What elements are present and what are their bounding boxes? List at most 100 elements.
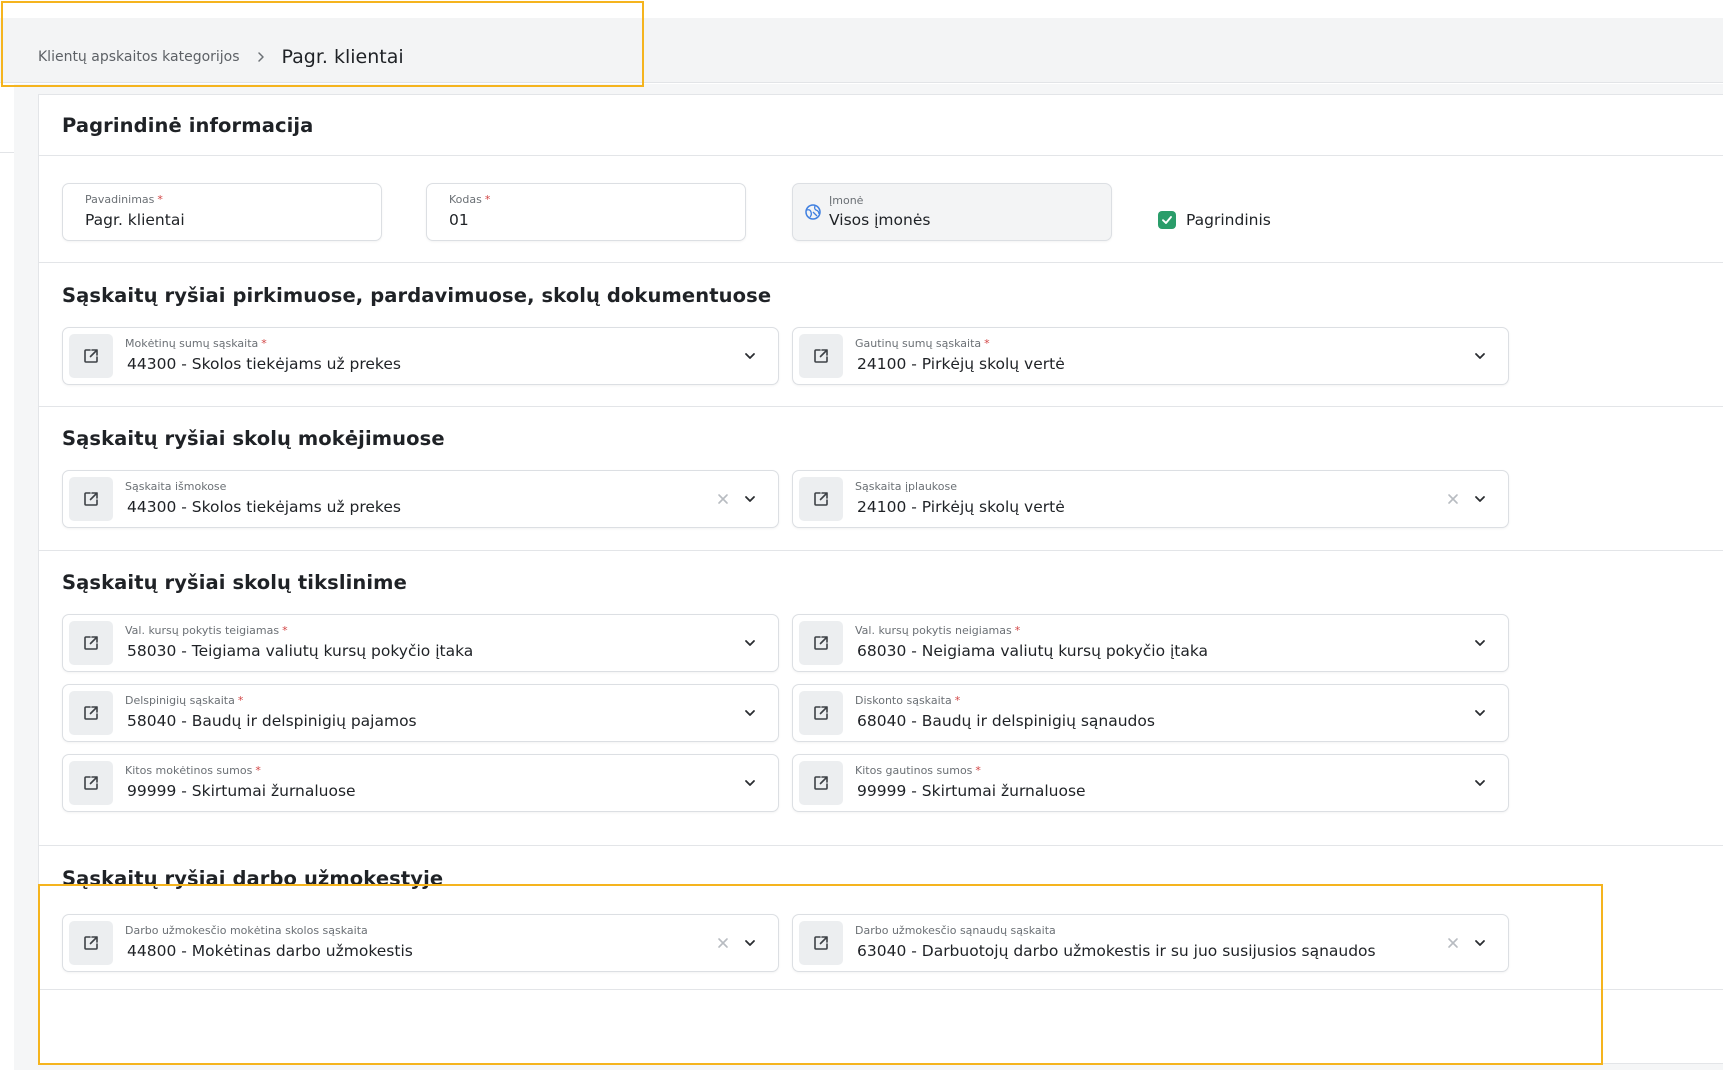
other-payable-select[interactable]: Kitos mokėtinos sumos * 99999 - Skirtumai… xyxy=(62,754,779,812)
external-link-icon[interactable] xyxy=(69,921,113,965)
external-link-icon[interactable] xyxy=(799,621,843,665)
chevron-down-icon[interactable] xyxy=(740,489,760,509)
payout-account-select[interactable]: Sąskaita išmokose 44300 - Skolos tiekėja… xyxy=(62,470,779,528)
payable-account-select[interactable]: Mokėtinų sumų sąskaita * 44300 - Skolos t… xyxy=(62,327,779,385)
purchases-section: Sąskaitų ryšiai pirkimuose, pardavimuose… xyxy=(39,263,1723,407)
fx-positive-value: 58030 - Teigiama valiutų kursų pokyčio į… xyxy=(127,642,474,660)
receivable-account-select[interactable]: Gautinų sumų sąskaita * 24100 - Pirkėjų s… xyxy=(792,327,1509,385)
globe-icon xyxy=(804,203,822,225)
adjustment-section: Sąskaitų ryšiai skolų tikslinime Val. ku… xyxy=(39,551,1723,846)
chevron-right-icon xyxy=(250,46,272,68)
discount-account-label: Diskonto sąskaita xyxy=(855,694,952,707)
external-link-icon[interactable] xyxy=(69,477,113,521)
main-checkbox[interactable] xyxy=(1158,211,1176,229)
fx-positive-select[interactable]: Val. kursų pokytis teigiamas * 58030 - Te… xyxy=(62,614,779,672)
required-marker: * xyxy=(237,694,244,707)
discount-account-select[interactable]: Diskonto sąskaita * 68040 - Baudų ir dels… xyxy=(792,684,1509,742)
external-link-icon[interactable] xyxy=(69,691,113,735)
chevron-down-icon[interactable] xyxy=(740,933,760,953)
name-field-label: Pavadinimas xyxy=(85,193,155,206)
main-checkbox-group[interactable]: Pagrindinis xyxy=(1158,211,1271,229)
company-field[interactable]: Įmonė Visos įmonės xyxy=(792,183,1112,241)
other-receivable-value: 99999 - Skirtumai žurnaluose xyxy=(857,782,1086,800)
external-link-icon[interactable] xyxy=(799,691,843,735)
chevron-down-icon[interactable] xyxy=(1470,633,1490,653)
chevron-down-icon[interactable] xyxy=(740,773,760,793)
close-icon[interactable] xyxy=(713,489,733,509)
payout-account-label: Sąskaita išmokose xyxy=(125,480,227,493)
receivable-account-label: Gautinų sumų sąskaita xyxy=(855,337,982,350)
payroll-expense-value: 63040 - Darbuotojų darbo užmokestis ir s… xyxy=(857,942,1376,960)
payroll-payable-value: 44800 - Mokėtinas darbo užmokestis xyxy=(127,942,413,960)
discount-account-value: 68040 - Baudų ir delspinigių sąnaudos xyxy=(857,712,1155,730)
other-receivable-label: Kitos gautinos sumos xyxy=(855,764,973,777)
page-title: Pagr. klientai xyxy=(281,46,404,68)
payable-account-value: 44300 - Skolos tiekėjams už prekes xyxy=(127,355,401,373)
external-link-icon[interactable] xyxy=(69,621,113,665)
payable-account-label: Mokėtinų sumų sąskaita xyxy=(125,337,259,350)
code-field[interactable]: Kodas * 01 xyxy=(426,183,746,241)
payroll-expense-select[interactable]: Darbo užmokesčio sąnaudų sąskaita 63040 … xyxy=(792,914,1509,972)
external-link-icon[interactable] xyxy=(799,921,843,965)
external-link-icon[interactable] xyxy=(799,334,843,378)
required-marker: * xyxy=(954,694,961,707)
receipt-account-value: 24100 - Pirkėjų skolų vertė xyxy=(857,498,1065,516)
external-link-icon[interactable] xyxy=(69,761,113,805)
receivable-account-value: 24100 - Pirkėjų skolų vertė xyxy=(857,355,1065,373)
form-card: Pagrindinė informacija Pavadinimas * Pagr… xyxy=(38,94,1723,1064)
required-marker: * xyxy=(157,193,163,206)
section-title-payments: Sąskaitų ryšiai skolų mokėjimuose xyxy=(62,427,445,450)
payroll-expense-label: Darbo užmokesčio sąnaudų sąskaita xyxy=(855,924,1056,937)
external-link-icon[interactable] xyxy=(799,477,843,521)
chevron-down-icon[interactable] xyxy=(1470,773,1490,793)
close-icon[interactable] xyxy=(1443,933,1463,953)
payroll-payable-select[interactable]: Darbo užmokesčio mokėtina skolos sąskait… xyxy=(62,914,779,972)
breadcrumb-parent-link[interactable]: Klientų apskaitos kategorijos xyxy=(38,49,240,65)
chevron-down-icon[interactable] xyxy=(1470,933,1490,953)
close-icon[interactable] xyxy=(1443,489,1463,509)
required-marker: * xyxy=(984,337,990,350)
required-marker: * xyxy=(484,193,491,206)
name-field-value: Pagr. klientai xyxy=(85,211,185,229)
breadcrumb: Klientų apskaitos kategorijos Pagr. klie… xyxy=(38,46,404,68)
penalty-account-value: 58040 - Baudų ir delspinigių pajamos xyxy=(127,712,417,730)
other-payable-value: 99999 - Skirtumai žurnaluose xyxy=(127,782,356,800)
name-field[interactable]: Pavadinimas * Pagr. klientai xyxy=(62,183,382,241)
chevron-down-icon[interactable] xyxy=(1470,703,1490,723)
penalty-account-label: Delspinigių sąskaita xyxy=(125,694,235,707)
chevron-down-icon[interactable] xyxy=(1470,346,1490,366)
payroll-section: Sąskaitų ryšiai darbo užmokestyje Darbo … xyxy=(39,846,1723,990)
payments-section: Sąskaitų ryšiai skolų mokėjimuose Sąskai… xyxy=(39,407,1723,551)
chevron-down-icon[interactable] xyxy=(740,703,760,723)
required-marker: * xyxy=(255,764,261,777)
penalty-account-select[interactable]: Delspinigių sąskaita * 58040 - Baudų ir d… xyxy=(62,684,779,742)
required-marker: * xyxy=(975,764,981,777)
fx-negative-label: Val. kursų pokytis neigiamas xyxy=(855,624,1012,637)
receipt-account-select[interactable]: Sąskaita įplaukose 24100 - Pirkėjų skolų… xyxy=(792,470,1509,528)
fx-positive-label: Val. kursų pokytis teigiamas xyxy=(125,624,280,637)
chevron-down-icon[interactable] xyxy=(740,346,760,366)
company-field-value: Visos įmonės xyxy=(829,211,931,229)
fx-negative-value: 68030 - Neigiama valiutų kursų pokyčio į… xyxy=(857,642,1209,660)
other-receivable-select[interactable]: Kitos gautinos sumos * 99999 - Skirtumai … xyxy=(792,754,1509,812)
basic-info-section: Pavadinimas * Pagr. klientai Kodas * 01 Įm… xyxy=(39,156,1723,263)
code-field-value: 01 xyxy=(449,211,469,229)
section-title-purchases: Sąskaitų ryšiai pirkimuose, pardavimuose… xyxy=(62,284,772,307)
external-link-icon[interactable] xyxy=(69,334,113,378)
main-checkbox-label: Pagrindinis xyxy=(1186,211,1271,229)
payout-account-value: 44300 - Skolos tiekėjams už prekes xyxy=(127,498,401,516)
required-marker: * xyxy=(261,337,267,350)
section-title-payroll: Sąskaitų ryšiai darbo užmokestyje xyxy=(62,867,444,890)
basic-info-header: Pagrindinė informacija xyxy=(39,95,1723,156)
close-icon[interactable] xyxy=(713,933,733,953)
company-field-label: Įmonė xyxy=(829,194,864,207)
other-payable-label: Kitos mokėtinos sumos xyxy=(125,764,253,777)
header-bar: Klientų apskaitos kategorijos Pagr. klie… xyxy=(0,18,1723,83)
payroll-payable-label: Darbo užmokesčio mokėtina skolos sąskait… xyxy=(125,924,368,937)
chevron-down-icon[interactable] xyxy=(740,633,760,653)
code-field-label: Kodas xyxy=(449,193,482,206)
section-title-basic-info: Pagrindinė informacija xyxy=(62,114,314,137)
chevron-down-icon[interactable] xyxy=(1470,489,1490,509)
external-link-icon[interactable] xyxy=(799,761,843,805)
fx-negative-select[interactable]: Val. kursų pokytis neigiamas * 68030 - Ne… xyxy=(792,614,1509,672)
